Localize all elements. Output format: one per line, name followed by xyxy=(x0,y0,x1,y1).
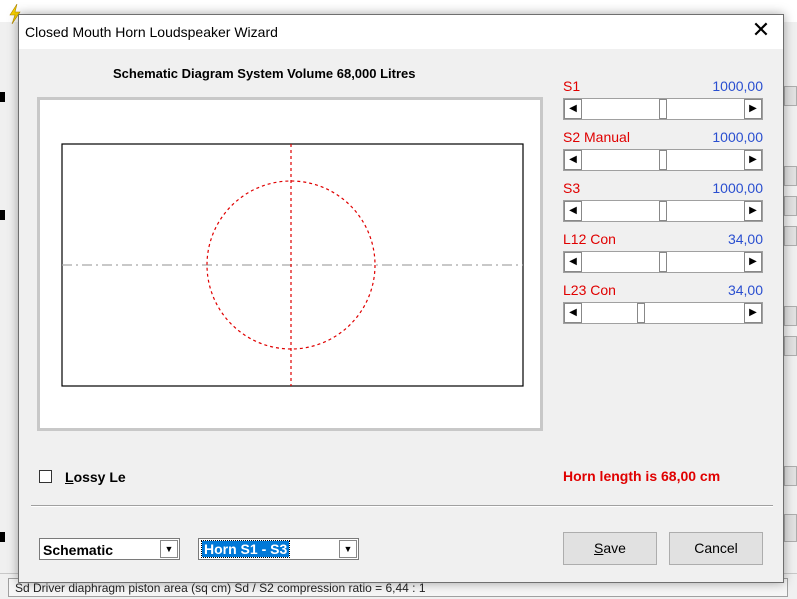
diagram-caption: Schematic Diagram System Volume 68,000 L… xyxy=(113,66,416,81)
scroll-thumb[interactable] xyxy=(659,99,667,119)
arrow-right-icon[interactable]: ▶ xyxy=(744,252,762,272)
arrow-left-icon[interactable]: ◀ xyxy=(564,252,582,272)
background-fragment xyxy=(0,210,5,220)
chevron-down-icon[interactable]: ▼ xyxy=(160,540,178,558)
dialog-title: Closed Mouth Horn Loudspeaker Wizard xyxy=(25,24,278,40)
arrow-left-icon[interactable]: ◀ xyxy=(564,150,582,170)
s1-scrollbar[interactable]: ◀ ▶ xyxy=(563,98,763,120)
dialog-titlebar[interactable]: Closed Mouth Horn Loudspeaker Wizard ✕ xyxy=(19,15,783,49)
arrow-right-icon[interactable]: ▶ xyxy=(744,201,762,221)
scroll-track[interactable] xyxy=(582,303,744,323)
param-label: S2 Manual xyxy=(563,129,630,145)
view-select[interactable]: Schematic ▼ xyxy=(39,538,180,560)
arrow-left-icon[interactable]: ◀ xyxy=(564,201,582,221)
view-select-value: Schematic xyxy=(43,542,114,558)
param-label: S3 xyxy=(563,180,581,196)
scroll-track[interactable] xyxy=(582,150,744,170)
scroll-track[interactable] xyxy=(582,252,744,272)
scroll-track[interactable] xyxy=(582,201,744,221)
l12-scrollbar[interactable]: ◀ ▶ xyxy=(563,251,763,273)
scroll-track[interactable] xyxy=(582,99,744,119)
background-control xyxy=(784,514,797,542)
horn-wizard-dialog: Closed Mouth Horn Loudspeaker Wizard ✕ S… xyxy=(18,14,784,583)
param-value: 34,00 xyxy=(727,282,763,298)
arrow-right-icon[interactable]: ▶ xyxy=(744,150,762,170)
param-l12: L12 Con 34,00 ◀ ▶ xyxy=(563,231,765,273)
background-fragment xyxy=(0,532,5,542)
divider xyxy=(31,505,773,507)
param-value: 1000,00 xyxy=(712,129,763,145)
arrow-left-icon[interactable]: ◀ xyxy=(564,99,582,119)
schematic-diagram xyxy=(61,143,524,387)
lossy-le-label[interactable]: Lossy Le xyxy=(65,469,126,485)
background-control xyxy=(784,166,797,186)
label-rest: ossy Le xyxy=(73,469,126,485)
param-value: 34,00 xyxy=(727,231,763,247)
l23-scrollbar[interactable]: ◀ ▶ xyxy=(563,302,763,324)
param-value: 1000,00 xyxy=(712,180,763,196)
lossy-le-checkbox[interactable] xyxy=(39,470,52,483)
scroll-thumb[interactable] xyxy=(637,303,645,323)
horn-length-readout: Horn length is 68,00 cm xyxy=(563,468,721,484)
background-fragment xyxy=(0,92,5,102)
param-s3: S3 1000,00 ◀ ▶ xyxy=(563,180,765,222)
s3-scrollbar[interactable]: ◀ ▶ xyxy=(563,200,763,222)
background-control xyxy=(784,466,797,486)
arrow-left-icon[interactable]: ◀ xyxy=(564,303,582,323)
scroll-thumb[interactable] xyxy=(659,201,667,221)
scroll-thumb[interactable] xyxy=(659,252,667,272)
schematic-diagram-panel xyxy=(37,97,543,431)
param-s1: S1 1000,00 ◀ ▶ xyxy=(563,78,765,120)
background-control xyxy=(784,226,797,246)
scroll-thumb[interactable] xyxy=(659,150,667,170)
arrow-right-icon[interactable]: ▶ xyxy=(744,303,762,323)
close-icon[interactable]: ✕ xyxy=(749,19,773,41)
param-value: 1000,00 xyxy=(712,78,763,94)
save-button[interactable]: Save xyxy=(563,532,657,565)
param-label: S1 xyxy=(563,78,581,94)
param-label: L12 Con xyxy=(563,231,616,247)
horn-section-select-value: Horn S1 - S3 xyxy=(200,540,291,558)
background-control xyxy=(784,196,797,216)
chevron-down-icon[interactable]: ▼ xyxy=(339,540,357,558)
background-control xyxy=(784,306,797,326)
s2-scrollbar[interactable]: ◀ ▶ xyxy=(563,149,763,171)
arrow-right-icon[interactable]: ▶ xyxy=(744,99,762,119)
horn-section-select[interactable]: Horn S1 - S3 ▼ xyxy=(198,538,359,560)
mnemonic-letter: S xyxy=(594,540,604,556)
save-label-rest: ave xyxy=(603,540,626,556)
param-l23: L23 Con 34,00 ◀ ▶ xyxy=(563,282,765,324)
cancel-button[interactable]: Cancel xyxy=(669,532,763,565)
mnemonic-letter: L xyxy=(65,469,74,485)
background-control xyxy=(784,86,797,106)
param-label: L23 Con xyxy=(563,282,616,298)
background-control xyxy=(784,336,797,356)
param-s2: S2 Manual 1000,00 ◀ ▶ xyxy=(563,129,765,171)
